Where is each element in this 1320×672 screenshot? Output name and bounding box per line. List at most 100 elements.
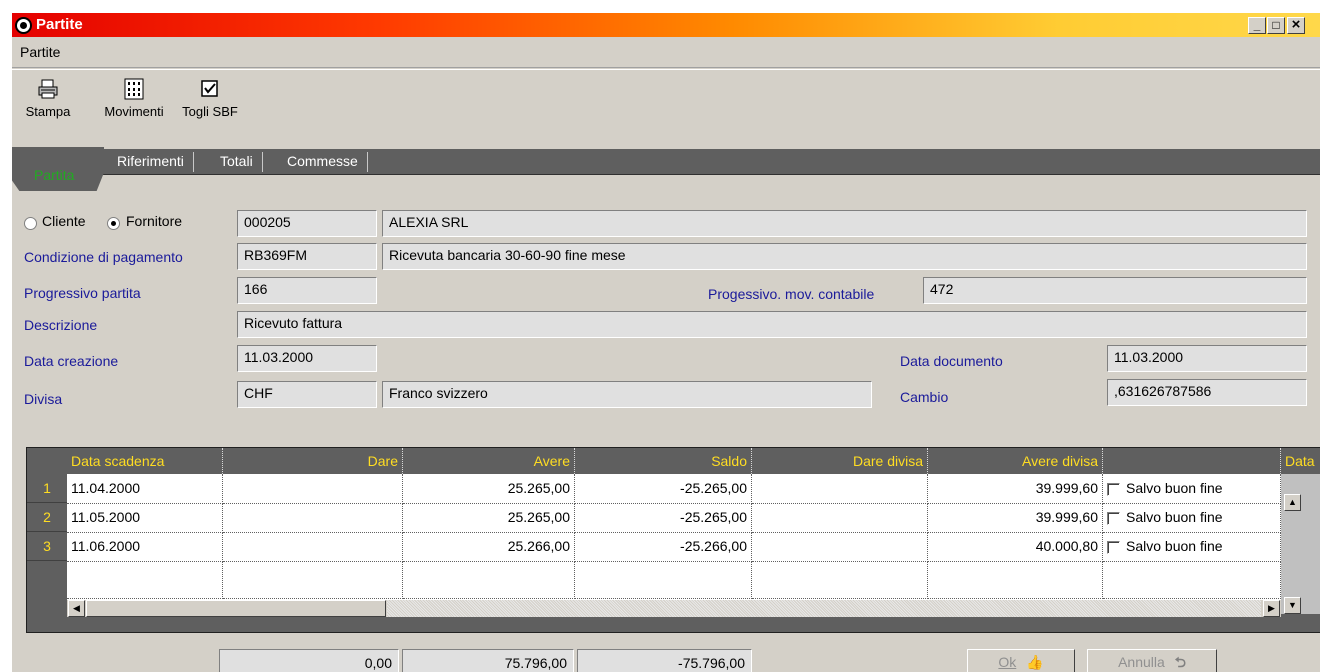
descrizione-field[interactable]: Ricevuto fattura <box>237 311 1307 338</box>
ragione-sociale-field[interactable]: ALEXIA SRL <box>382 210 1307 237</box>
cell-avere-divisa[interactable]: 39.999,60 <box>928 474 1103 504</box>
close-button[interactable]: × <box>1287 17 1305 34</box>
data-creazione-field[interactable]: 11.03.2000 <box>237 345 377 372</box>
col-avere-divisa[interactable]: Avere divisa <box>928 448 1103 474</box>
cond-pag-label: Condizione di pagamento <box>24 249 183 265</box>
tab-partita[interactable]: Partita <box>12 147 104 191</box>
cell-empty[interactable] <box>67 561 223 599</box>
cell-avere[interactable]: 25.266,00 <box>403 532 575 562</box>
cell-saldo[interactable]: -25.265,00 <box>575 503 752 533</box>
cell-dare-divisa[interactable] <box>752 503 928 533</box>
cell-avere[interactable]: 25.265,00 <box>403 503 575 533</box>
ok-button[interactable]: Ok 👍 <box>967 649 1075 672</box>
app-icon <box>15 17 32 34</box>
grid-body: 11.04.2000 25.265,00 -25.265,00 39.999,6… <box>67 474 1281 599</box>
cell-data-scadenza[interactable]: 11.04.2000 <box>67 474 223 504</box>
divisa-code-field[interactable]: CHF <box>237 381 377 408</box>
scroll-track[interactable] <box>387 600 1261 617</box>
prog-partita-field[interactable]: 166 <box>237 277 377 304</box>
cliente-radio[interactable] <box>24 217 37 230</box>
cell-sbf[interactable]: Salvo buon fine <box>1103 503 1281 533</box>
cell-sbf[interactable]: Salvo buon fine <box>1103 474 1281 504</box>
col-sbf[interactable] <box>1103 448 1281 474</box>
togli-sbf-button[interactable]: Togli SBF <box>173 78 247 119</box>
toolbar: Stampa Movimenti Togli SBF <box>12 69 1320 145</box>
cell-saldo[interactable]: -25.266,00 <box>575 532 752 562</box>
cell-sbf[interactable]: Salvo buon fine <box>1103 532 1281 562</box>
vertical-scrollbar[interactable]: ▲ ▼ <box>1281 474 1320 614</box>
annulla-label: Annulla <box>1118 654 1165 670</box>
row-number[interactable]: 1 <box>27 474 67 503</box>
cond-pag-desc-field[interactable]: Ricevuta bancaria 30-60-90 fine mese <box>382 243 1307 270</box>
sbf-checkbox[interactable] <box>1107 540 1120 554</box>
cell-saldo[interactable]: -25.265,00 <box>575 474 752 504</box>
cell-avere[interactable]: 25.265,00 <box>403 474 575 504</box>
cambio-label: Cambio <box>900 389 949 405</box>
annulla-button[interactable]: Annulla ⮌ <box>1087 649 1217 672</box>
thumbs-up-icon: 👍 <box>1026 654 1044 670</box>
scroll-left-icon[interactable]: ◀ <box>68 600 85 617</box>
data-documento-field[interactable]: 11.03.2000 <box>1107 345 1307 372</box>
data-documento-label: Data documento <box>900 353 1003 369</box>
cell-data-scadenza[interactable]: 11.05.2000 <box>67 503 223 533</box>
col-dare[interactable]: Dare <box>223 448 403 474</box>
prog-partita-label: Progressivo partita <box>24 285 141 301</box>
cell-avere-divisa[interactable]: 39.999,60 <box>928 503 1103 533</box>
scroll-right-icon[interactable]: ▶ <box>1263 600 1280 617</box>
sbf-checkbox[interactable] <box>1107 511 1120 525</box>
tab-partita-label: Partita <box>34 167 75 183</box>
tab-totali[interactable]: Totali <box>211 152 263 172</box>
scroll-down-icon[interactable]: ▼ <box>1284 597 1301 614</box>
totale-saldo: -75.796,00 <box>577 649 752 672</box>
prog-mov-label: Progessivo. mov. contabile <box>708 286 875 302</box>
movimenti-button[interactable]: Movimenti <box>98 78 170 119</box>
cell-data-scadenza[interactable]: 11.06.2000 <box>67 532 223 562</box>
cell-empty[interactable] <box>752 561 928 599</box>
divisa-label: Divisa <box>24 391 63 407</box>
codice-field[interactable]: 000205 <box>237 210 377 237</box>
scadenze-grid: Data scadenza Dare Avere Saldo Dare divi… <box>26 447 1320 633</box>
cell-dare[interactable] <box>223 474 403 504</box>
sbf-label: Salvo buon fine <box>1126 480 1223 496</box>
minimize-button[interactable]: _ <box>1248 17 1266 34</box>
grid-header: Data scadenza Dare Avere Saldo Dare divi… <box>27 448 1320 474</box>
window-title: Partite <box>36 16 83 33</box>
cell-empty[interactable] <box>223 561 403 599</box>
cell-dare[interactable] <box>223 503 403 533</box>
cambio-field[interactable]: ,631626787586 <box>1107 379 1307 406</box>
cliente-label: Cliente <box>42 213 86 229</box>
col-data-scadenza[interactable]: Data scadenza <box>67 448 223 474</box>
scroll-up-icon[interactable]: ▲ <box>1284 494 1301 511</box>
col-saldo[interactable]: Saldo <box>575 448 752 474</box>
cell-avere-divisa[interactable]: 40.000,80 <box>928 532 1103 562</box>
checkbox-icon <box>199 78 221 100</box>
menu-partite[interactable]: Partite <box>20 44 60 60</box>
cell-empty[interactable] <box>1103 561 1281 599</box>
scroll-thumb[interactable] <box>86 600 386 617</box>
maximize-button[interactable]: □ <box>1267 17 1285 34</box>
cell-dare[interactable] <box>223 532 403 562</box>
partite-window: Partite _ □ × Partite Stampa Movimenti T… <box>11 12 1320 672</box>
cell-empty[interactable] <box>928 561 1103 599</box>
cell-empty[interactable] <box>403 561 575 599</box>
col-dare-divisa[interactable]: Dare divisa <box>752 448 928 474</box>
row-number[interactable]: 2 <box>27 503 67 532</box>
stampa-button[interactable]: Stampa <box>20 78 76 119</box>
row-number[interactable]: 3 <box>27 532 67 561</box>
tab-riferimenti[interactable]: Riferimenti <box>108 152 194 172</box>
cell-empty[interactable] <box>575 561 752 599</box>
prog-mov-field[interactable]: 472 <box>923 277 1307 304</box>
fornitore-label: Fornitore <box>126 213 183 229</box>
tab-commesse[interactable]: Commesse <box>278 152 368 172</box>
cond-pag-code-field[interactable]: RB369FM <box>237 243 377 270</box>
col-data[interactable]: Data <box>1281 448 1320 474</box>
fornitore-radio[interactable] <box>107 217 120 230</box>
divisa-desc-field[interactable]: Franco svizzero <box>382 381 872 408</box>
cell-dare-divisa[interactable] <box>752 474 928 504</box>
stampa-label: Stampa <box>25 104 71 119</box>
cell-dare-divisa[interactable] <box>752 532 928 562</box>
totale-avere: 75.796,00 <box>402 649 574 672</box>
horizontal-scrollbar[interactable]: ◀ ▶ <box>67 599 1281 617</box>
col-avere[interactable]: Avere <box>403 448 575 474</box>
sbf-checkbox[interactable] <box>1107 482 1120 496</box>
